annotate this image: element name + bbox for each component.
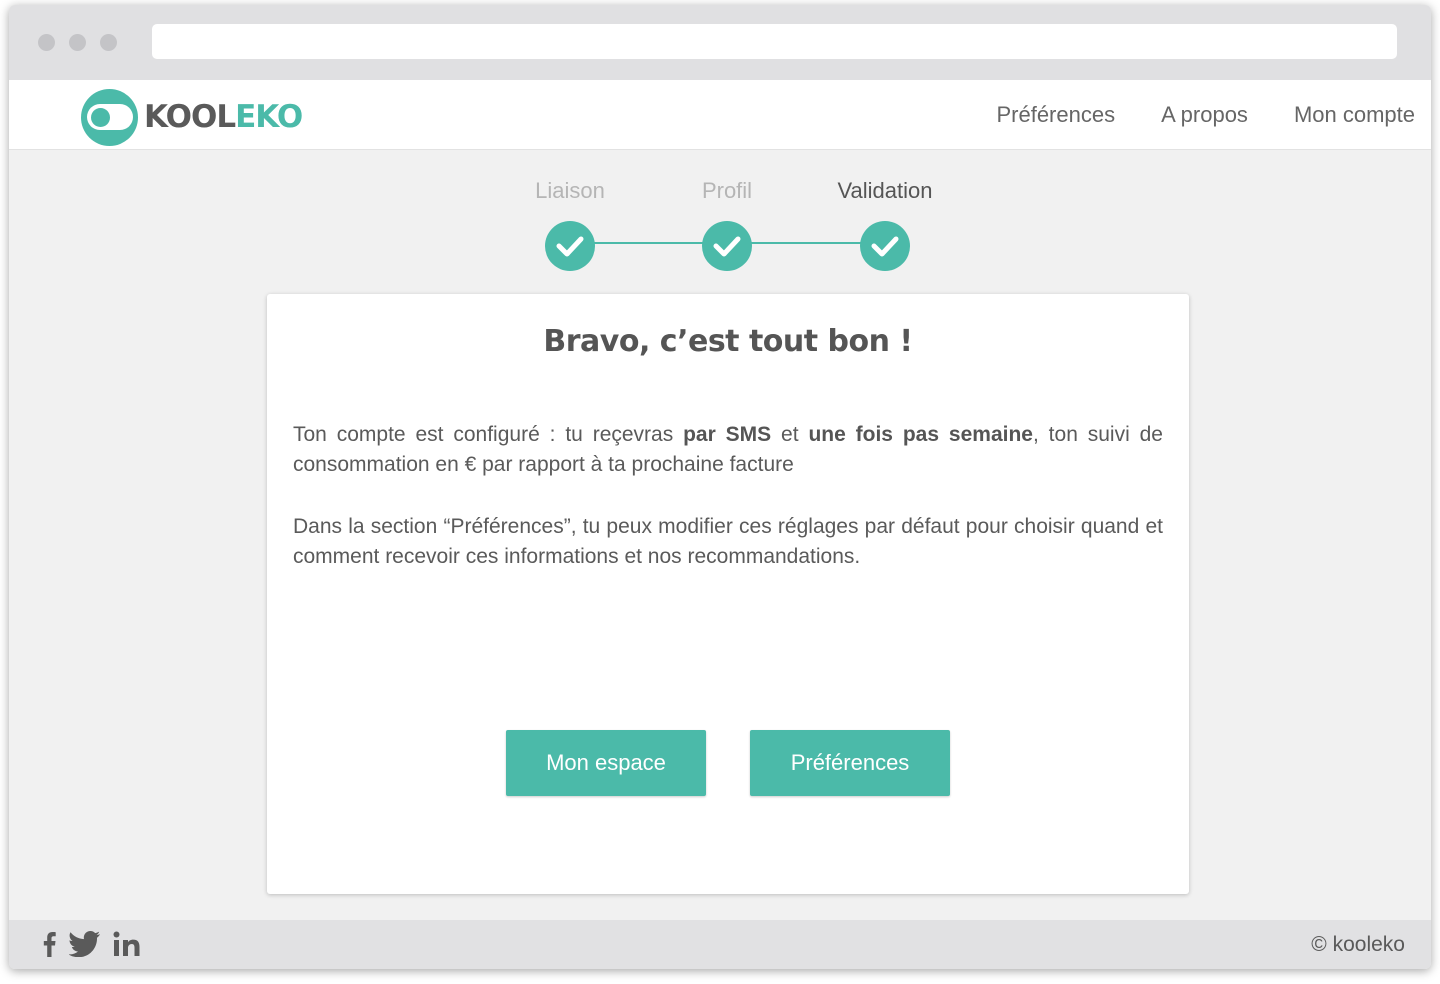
social-links [41, 931, 141, 957]
card-title: Bravo, c’est tout bon ! [543, 324, 913, 359]
confirmation-paragraph: Ton compte est configuré : tu reçevras p… [293, 420, 1163, 480]
twitter-icon[interactable] [69, 931, 101, 957]
mon-espace-button[interactable]: Mon espace [506, 730, 706, 796]
step-3-check-icon [860, 221, 910, 271]
window-maximize-dot[interactable] [100, 34, 117, 51]
nav-links: Préférences A propos Mon compte [996, 80, 1415, 150]
brand-name: KOOLEKO [144, 99, 303, 135]
step-label-profil: Profil [701, 178, 753, 203]
window-close-dot[interactable] [38, 34, 55, 51]
page-footer: © kooleko [9, 920, 1431, 969]
step-label-liaison: Liaison [535, 178, 605, 203]
toggle-logo-icon [81, 88, 138, 146]
step-label-validation: Validation [837, 178, 933, 203]
facebook-icon[interactable] [41, 931, 57, 957]
address-bar[interactable] [152, 24, 1397, 59]
paragraph1-bold-sms: par SMS [683, 423, 772, 446]
confirmation-card: Bravo, c’est tout bon ! Ton compte est c… [267, 294, 1189, 894]
browser-window: KOOLEKO Préférences A propos Mon compte … [9, 5, 1431, 969]
preferences-button[interactable]: Préférences [750, 730, 950, 796]
browser-chrome [9, 5, 1431, 80]
step-1-check-icon [545, 221, 595, 271]
paragraph1-text2: et [771, 423, 809, 446]
top-navbar: KOOLEKO Préférences A propos Mon compte [9, 80, 1431, 150]
window-minimize-dot[interactable] [69, 34, 86, 51]
linkedin-icon[interactable] [113, 931, 141, 957]
nav-link-mon-compte[interactable]: Mon compte [1294, 102, 1415, 128]
brand-name-part1: KOOL [144, 99, 236, 135]
paragraph1-text1: Ton compte est configuré : tu reçevras [293, 423, 684, 446]
nav-link-preferences[interactable]: Préférences [996, 102, 1115, 128]
preferences-paragraph: Dans la section “Préférences”, tu peux m… [293, 515, 1163, 568]
step-2-check-icon [702, 221, 752, 271]
paragraph1-bold-frequency: une fois pas semaine [808, 423, 1033, 446]
copyright-text: © kooleko [1311, 933, 1405, 956]
kooleko-logo[interactable]: KOOLEKO [81, 88, 303, 146]
nav-link-a-propos[interactable]: A propos [1161, 102, 1248, 128]
progress-stepper: Liaison Profil Validation [9, 150, 1431, 280]
brand-name-part2: EKO [235, 99, 303, 135]
